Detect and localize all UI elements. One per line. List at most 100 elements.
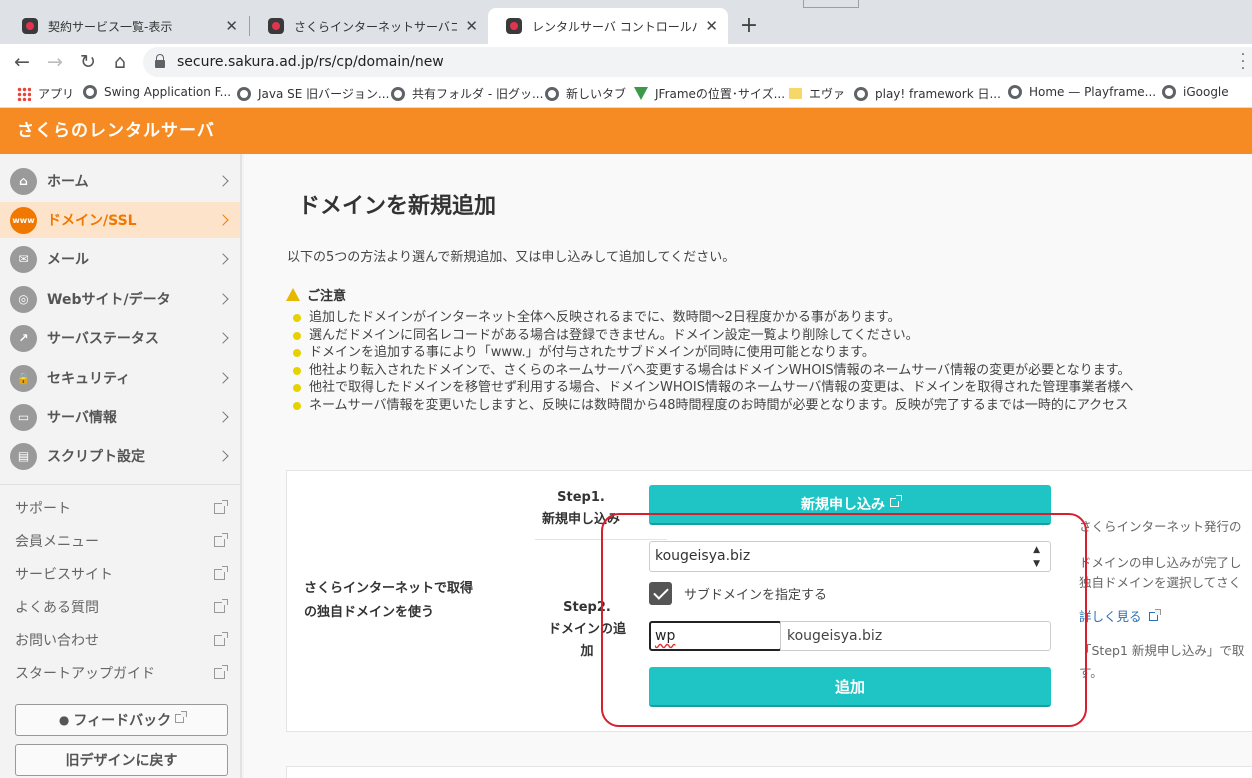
- more-menu-icon[interactable]: · · ·: [1238, 48, 1248, 76]
- address-bar[interactable]: secure.sakura.ad.jp/rs/cp/domain/new: [143, 47, 1252, 77]
- sakura-favicon-icon: [268, 18, 284, 34]
- sidebar-item-label: スクリプト設定: [47, 449, 145, 465]
- details-link[interactable]: 詳しく見る: [1079, 607, 1161, 627]
- sidebar-item-label: サーバ情報: [47, 410, 117, 426]
- globe-icon: [391, 86, 405, 101]
- step2-title-cont: 加: [580, 644, 594, 659]
- bookmark-label: JFrameの位置･サイズ...: [655, 87, 786, 101]
- globe-icon: [1162, 85, 1176, 99]
- old-design-button[interactable]: 旧デザインに戻す: [15, 744, 228, 776]
- sidebar-link-label: よくある質問: [15, 600, 99, 616]
- subdomain-input[interactable]: wp: [649, 621, 782, 651]
- card-label-line: の独自ドメインを使う: [304, 605, 435, 620]
- sidebar-link-startup-guide[interactable]: スタートアップガイド: [0, 660, 240, 686]
- bookmark-swing[interactable]: Swing Application F...: [83, 85, 231, 99]
- caution-list: 追加したドメインがインターネット全体へ反映されるまでに、数時間～2日程度かかる事…: [292, 309, 1133, 414]
- add-button[interactable]: 追加: [649, 667, 1051, 707]
- bookmark-javase[interactable]: Java SE 旧バージョン...: [237, 85, 389, 102]
- browser-tab-rental-server[interactable]: レンタルサーバ コントロールパネル ✕: [488, 8, 728, 44]
- app-header: さくらのレンタルサーバ: [0, 108, 1252, 154]
- sidebar-item-server-status[interactable]: ↗ サーバステータス: [0, 320, 240, 356]
- sakura-favicon-icon: [22, 18, 38, 34]
- bookmark-igoogle[interactable]: iGoogle: [1162, 85, 1229, 99]
- bookmark-jframe[interactable]: JFrameの位置･サイズ...: [634, 85, 785, 102]
- back-arrow-icon[interactable]: ←: [10, 50, 34, 74]
- add-button-label: 追加: [834, 677, 865, 696]
- side-note-text: ドメインの申し込みが完了し: [1079, 555, 1242, 570]
- new-tab-icon[interactable]: +: [737, 12, 761, 40]
- step1-label: Step1. 新規申し込み: [531, 487, 631, 531]
- chevron-right-icon: [217, 332, 229, 344]
- home-icon: ⌂: [10, 167, 37, 195]
- sidebar-item-domain-ssl[interactable]: www ドメイン/SSL: [0, 202, 240, 238]
- close-icon[interactable]: ✕: [225, 17, 238, 35]
- app-title[interactable]: さくらのレンタルサーバ: [17, 121, 215, 141]
- forward-arrow-icon[interactable]: →: [43, 50, 67, 74]
- bookmark-shared-folder[interactable]: 共有フォルダ - 旧グッ...: [391, 85, 543, 102]
- side-note-text: 「Step1 新規申し込み」で取: [1079, 643, 1245, 658]
- sidebar-link-label: 会員メニュー: [15, 534, 99, 550]
- globe-icon: [83, 85, 97, 99]
- step-divider: [535, 539, 667, 540]
- tab-strip-handle: [803, 0, 859, 8]
- tab-title: さくらインターネットサーバコントロールパネル: [294, 19, 458, 34]
- list-item: ネームサーバ情報を変更いたしますと、反映には数時間から48時間程度のお時間が必要…: [292, 397, 1133, 415]
- browser-tab-server-panel[interactable]: さくらインターネットサーバコントロールパネル ✕: [250, 8, 488, 44]
- bookmark-apps[interactable]: アプリ: [17, 85, 74, 102]
- bookmark-play-framework[interactable]: play! framework 日...: [854, 85, 1001, 102]
- close-icon[interactable]: ✕: [705, 17, 718, 35]
- sidebar-item-mail[interactable]: ✉ メール: [0, 241, 240, 277]
- sidebar-link-service-site[interactable]: サービスサイト: [0, 561, 240, 587]
- subdomain-checkbox[interactable]: [649, 582, 672, 605]
- sidebar-item-script-settings[interactable]: ▤ スクリプト設定: [0, 438, 240, 474]
- chevron-right-icon: [217, 450, 229, 462]
- browser-tab-bar: 契約サービス一覧-表示 ✕ さくらインターネットサーバコントロールパネル ✕ レ…: [0, 0, 1252, 44]
- domain-select-value: kougeisya.biz: [655, 548, 751, 564]
- subdomain-checkbox-label: サブドメインを指定する: [684, 588, 828, 603]
- chevron-right-icon: [217, 293, 229, 305]
- caution-heading: ご注意: [286, 285, 346, 304]
- chevron-right-icon: [217, 175, 229, 187]
- sidebar-item-label: ホーム: [47, 174, 89, 190]
- step2-number: Step2.: [563, 600, 611, 615]
- reload-icon[interactable]: ↻: [76, 50, 100, 74]
- globe-icon: [854, 86, 868, 101]
- domain-select[interactable]: kougeisya.biz ▲ ▼: [649, 541, 1051, 572]
- sidebar-item-security[interactable]: 🔒 セキュリティ: [0, 360, 240, 396]
- bookmark-new-tab[interactable]: 新しいタブ: [545, 85, 626, 102]
- sidebar-item-server-info[interactable]: ▭ サーバ情報: [0, 399, 240, 435]
- card-label-line: さくらインターネットで取得: [304, 581, 474, 596]
- home-icon[interactable]: ⌂: [108, 50, 132, 74]
- sidebar-link-contact[interactable]: お問い合わせ: [0, 627, 240, 653]
- sidebar-link-label: サービスサイト: [15, 567, 113, 583]
- feedback-button[interactable]: ● フィードバック: [15, 704, 228, 736]
- sidebar-item-label: Webサイト/データ: [47, 292, 171, 308]
- folder-icon: [789, 88, 802, 99]
- external-link-icon: [1148, 609, 1161, 621]
- new-application-button[interactable]: 新規申し込み: [649, 485, 1051, 525]
- list-item: 選んだドメインに同名レコードがある場合は登録できません。ドメイン設定一覧より削除…: [292, 327, 1133, 345]
- sidebar-item-label: メール: [47, 252, 89, 268]
- bookmark-label: エヴァ: [809, 87, 846, 101]
- sidebar-item-label: セキュリティ: [47, 371, 131, 387]
- chevron-right-icon: [217, 411, 229, 423]
- browser-tab-contracts[interactable]: 契約サービス一覧-表示 ✕: [4, 8, 248, 44]
- url-text: secure.sakura.ad.jp/rs/cp/domain/new: [177, 54, 444, 70]
- bookmark-playframe-home[interactable]: Home — Playframe...: [1008, 85, 1156, 99]
- sidebar-link-faq[interactable]: よくある質問: [0, 594, 240, 620]
- close-icon[interactable]: ✕: [465, 17, 478, 35]
- sidebar-item-website-data[interactable]: ◎ Webサイト/データ: [0, 281, 240, 317]
- sidebar-item-home[interactable]: ⌂ ホーム: [0, 163, 240, 199]
- chevron-right-icon: [217, 372, 229, 384]
- bookmark-eva[interactable]: エヴァ: [789, 85, 845, 102]
- subdomain-checkbox-row[interactable]: サブドメインを指定する: [649, 582, 827, 605]
- globe-icon: ◎: [10, 285, 37, 313]
- tab-title: レンタルサーバ コントロールパネル: [532, 19, 697, 34]
- external-link-icon: [214, 598, 228, 613]
- external-link-icon: [214, 532, 228, 547]
- apps-grid-icon: [17, 86, 31, 101]
- sidebar-link-label: スタートアップガイド: [15, 666, 155, 682]
- subdomain-input-value: wp: [655, 628, 676, 644]
- sidebar-link-member-menu[interactable]: 会員メニュー: [0, 528, 240, 554]
- sidebar-link-support[interactable]: サポート: [0, 495, 240, 521]
